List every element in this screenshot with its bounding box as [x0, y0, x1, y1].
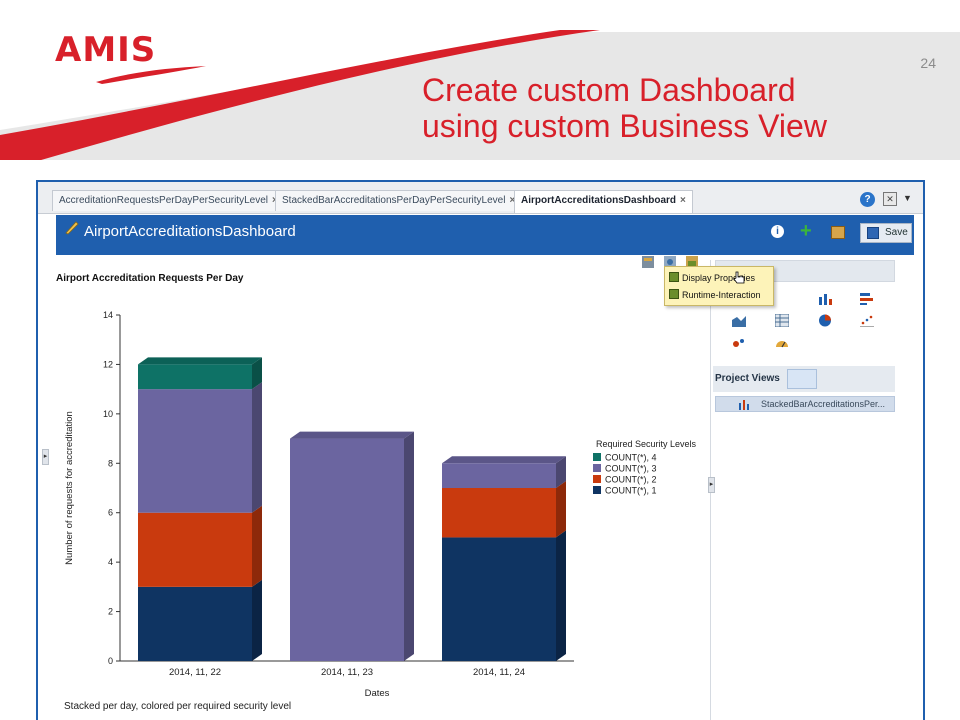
left-splitter-handle[interactable]: ▸ — [42, 449, 49, 465]
x-tick-label: 2014, 11, 23 — [321, 667, 373, 678]
interaction-icon — [669, 289, 679, 299]
legend-entry: COUNT(*), 3 — [605, 464, 657, 474]
y-tick-label: 10 — [103, 409, 113, 419]
tab-airport-dashboard[interactable]: AirportAccreditationsDashboard × — [514, 190, 693, 213]
project-view-label: StackedBarAccreditationsPer... — [761, 399, 886, 409]
project-views-header: Project Views — [713, 366, 895, 392]
app-window: AccreditationRequestsPerDayPerSecurityLe… — [36, 180, 925, 720]
tab-accreditation-requests[interactable]: AccreditationRequestsPerDayPerSecurityLe… — [52, 190, 285, 211]
tab-stacked-bar-accreditations[interactable]: StackedBarAccreditationsPerDayPerSecurit… — [275, 190, 523, 211]
y-tick-label: 0 — [108, 656, 113, 666]
tab-label: AccreditationRequestsPerDayPerSecurityLe… — [59, 195, 268, 206]
bar-segment-side — [556, 481, 566, 538]
pie-chart-icon[interactable] — [818, 314, 832, 327]
context-menu: Display Properties Runtime-Interaction — [664, 266, 774, 306]
bar-segment — [442, 488, 556, 538]
y-axis-label: Number of requests for accreditation — [64, 411, 75, 565]
hand-cursor-icon — [733, 271, 745, 284]
slide-title-line2: using custom Business View — [422, 108, 827, 144]
project-views-label: Project Views — [715, 373, 780, 384]
refresh-icon[interactable] — [787, 369, 817, 389]
tab-bar: AccreditationRequestsPerDayPerSecurityLe… — [38, 182, 923, 214]
scatter-icon[interactable] — [860, 314, 874, 327]
bar-segment-side — [556, 530, 566, 661]
chart-caption: Stacked per day, colored per required se… — [64, 701, 292, 712]
dashboard-title: AirportAccreditationsDashboard — [84, 223, 296, 240]
logo-swoosh — [96, 66, 206, 84]
help-icon[interactable]: ? — [860, 192, 875, 207]
bar-segment-side — [252, 382, 262, 513]
bar-segment-side — [252, 505, 262, 587]
chevron-down-icon[interactable]: ▼ — [903, 193, 912, 203]
gauge-icon[interactable] — [775, 336, 789, 349]
horizontal-bar-chart-icon[interactable] — [860, 292, 874, 305]
legend-swatch — [593, 486, 601, 494]
bar-segment-side — [252, 579, 262, 661]
page-number: 24 — [920, 55, 936, 71]
bar-segment — [442, 537, 556, 661]
tab-close-icon[interactable]: × — [680, 195, 686, 206]
legend-swatch — [593, 475, 601, 483]
bar-chart-icon[interactable] — [818, 292, 832, 305]
x-tick-label: 2014, 11, 22 — [169, 667, 221, 678]
x-axis-label: Dates — [365, 688, 390, 699]
legend-title: Required Security Levels — [596, 439, 696, 449]
legend-entry: COUNT(*), 1 — [605, 486, 657, 496]
info-icon[interactable]: i — [771, 225, 784, 238]
pencil-icon[interactable] — [64, 219, 80, 235]
legend-entry: COUNT(*), 4 — [605, 453, 657, 463]
bar-segment-top — [290, 431, 414, 439]
x-tick-label: 2014, 11, 24 — [473, 667, 525, 678]
menu-item-label: Runtime-Interaction — [682, 290, 761, 300]
properties-icon[interactable] — [641, 255, 655, 269]
tab-label: StackedBarAccreditationsPerDayPerSecurit… — [282, 195, 506, 206]
bar-segment-top — [442, 456, 566, 464]
bar-chart-icon — [739, 400, 749, 410]
bar-segment-top — [138, 357, 262, 365]
export-icon[interactable] — [831, 226, 845, 239]
amis-logo: AMIS — [55, 30, 157, 70]
legend-swatch — [593, 453, 601, 461]
close-all-icon[interactable]: ✕ — [883, 192, 897, 206]
tab-label: AirportAccreditationsDashboard — [521, 195, 677, 206]
y-tick-label: 6 — [108, 508, 113, 518]
dashboard-header: AirportAccreditationsDashboard i + Save — [56, 215, 914, 255]
plus-icon[interactable]: + — [800, 220, 812, 243]
project-view-item[interactable]: StackedBarAccreditationsPer... — [715, 396, 895, 412]
table-icon[interactable] — [775, 314, 789, 327]
bar-segment — [138, 389, 252, 513]
y-tick-label: 2 — [108, 607, 113, 617]
legend-swatch — [593, 464, 601, 472]
chart-title: Airport Accreditation Requests Per Day — [56, 273, 244, 284]
bar-segment — [138, 364, 252, 390]
bubble-chart-icon[interactable] — [732, 336, 746, 349]
bar-segment-side — [404, 431, 414, 661]
y-tick-label: 12 — [103, 359, 113, 369]
bar-segment — [442, 463, 556, 488]
bar-segment — [138, 586, 252, 661]
stacked-bar-chart: 0 2 4 6 8 10 12 14 Number of requests for accred… — [64, 310, 696, 699]
bar-segment — [290, 438, 404, 661]
y-tick-label: 8 — [108, 458, 113, 468]
splitter-handle[interactable]: ▸ — [708, 477, 715, 493]
area-chart-icon[interactable] — [732, 314, 746, 327]
save-button[interactable]: Save — [860, 223, 912, 243]
slide-title-line1: Create custom Dashboard — [422, 72, 796, 108]
properties-icon — [669, 272, 679, 282]
menu-item-runtime-interaction[interactable]: Runtime-Interaction — [669, 289, 761, 300]
y-tick-label: 14 — [103, 310, 113, 320]
save-disk-icon — [867, 227, 879, 239]
bar-segment — [138, 512, 252, 587]
y-tick-label: 4 — [108, 557, 113, 567]
slide-title: Create custom Dashboard using custom Bus… — [422, 72, 827, 144]
legend-entry: COUNT(*), 2 — [605, 475, 657, 485]
save-label: Save — [885, 227, 908, 238]
